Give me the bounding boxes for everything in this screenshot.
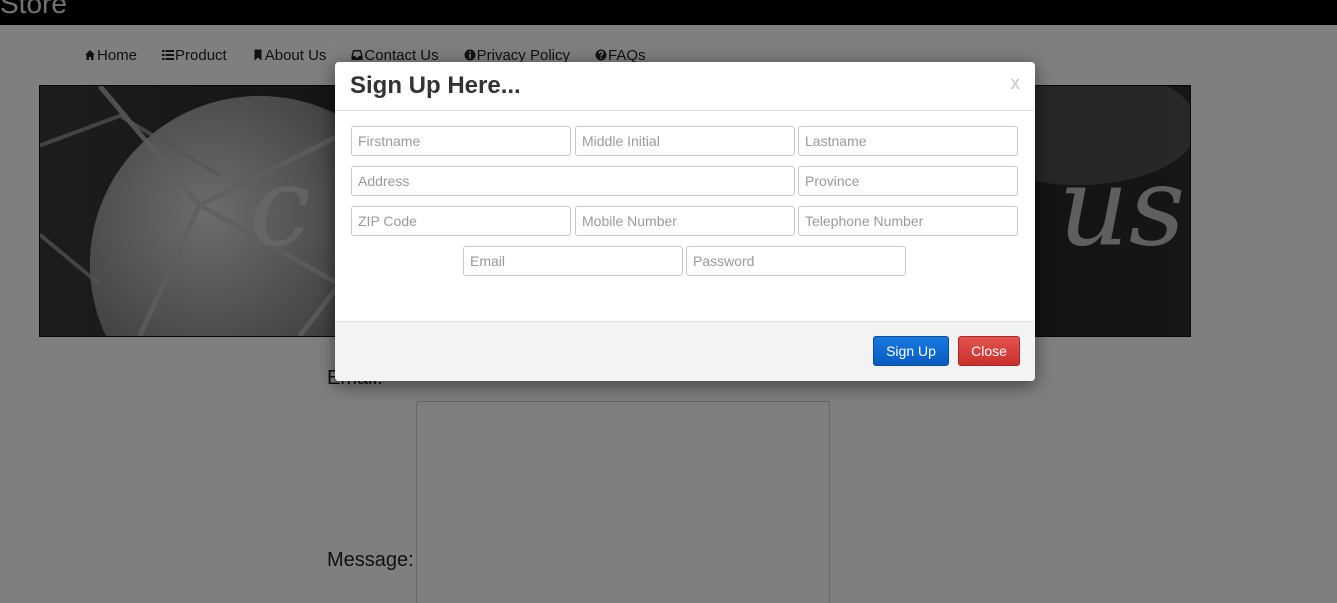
firstname-input[interactable]: [351, 126, 571, 156]
close-button[interactable]: Close: [958, 336, 1020, 366]
zip-code-input[interactable]: [351, 206, 571, 236]
modal-footer: Sign Up Close: [335, 321, 1035, 381]
password-input[interactable]: [686, 246, 906, 276]
mobile-number-input[interactable]: [575, 206, 795, 236]
modal-header: Sign Up Here... x: [335, 62, 1035, 111]
province-input[interactable]: [798, 166, 1018, 196]
address-input[interactable]: [351, 166, 795, 196]
modal-close-icon[interactable]: x: [1011, 74, 1021, 93]
signup-button[interactable]: Sign Up: [873, 336, 949, 366]
lastname-input[interactable]: [798, 126, 1018, 156]
modal-title: Sign Up Here...: [350, 72, 521, 99]
email-input[interactable]: [463, 246, 683, 276]
middle-initial-input[interactable]: [575, 126, 795, 156]
signup-modal: Sign Up Here... x Sign Up Close: [335, 62, 1035, 381]
telephone-number-input[interactable]: [798, 206, 1018, 236]
